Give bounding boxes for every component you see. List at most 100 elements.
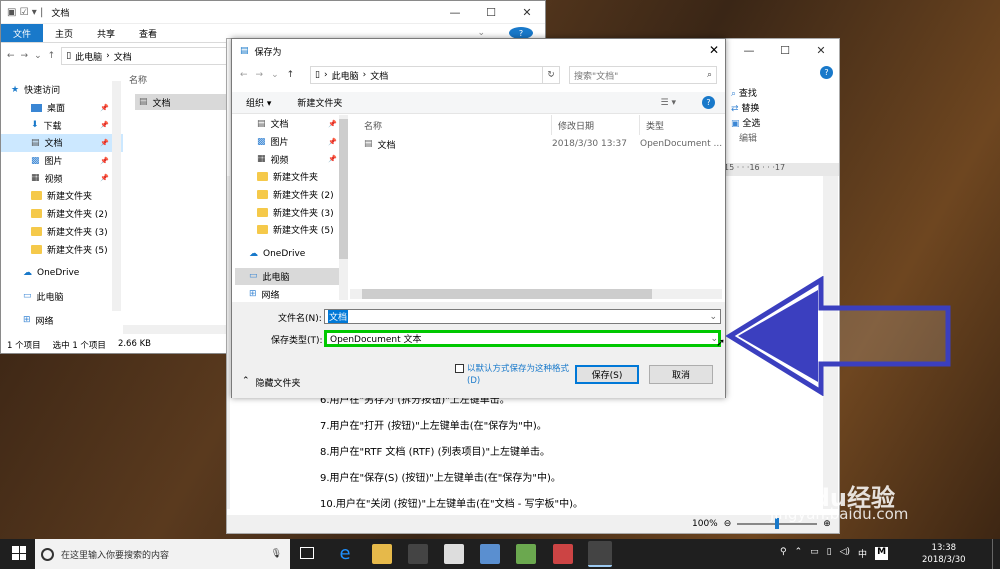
zoom-slider[interactable] [737,518,818,529]
dlg-nav-new-folder[interactable]: 新建文件夹 [235,168,339,186]
column-header-type[interactable]: 类型 [640,115,724,135]
recent-icon[interactable]: ⌄ [271,70,279,80]
app-icon[interactable] [516,544,536,564]
nav-new-folder-5[interactable]: 新建文件夹 (5) [1,240,123,258]
dlg-nav-pictures[interactable]: ▩ 图片 📌 [235,133,339,151]
up-icon[interactable]: ↑ [48,51,56,61]
volume-icon[interactable]: ◁) [840,547,850,560]
nav-onedrive[interactable]: ☁ OneDrive [1,264,123,282]
dlg-nav-documents[interactable]: ▤ 文档 📌 [235,115,339,133]
new-folder-button[interactable]: 新建文件夹 [297,96,342,109]
save-button[interactable]: 保存(S) [575,365,639,384]
crumb-documents[interactable]: 文档 [370,69,388,82]
mail-icon[interactable] [444,544,464,564]
replace-button[interactable]: ⇄ 替换 [731,102,760,117]
paint-icon[interactable] [553,544,573,564]
clock[interactable]: 13:38 2018/3/30 [922,542,966,566]
start-icon[interactable] [12,546,26,560]
dlg-nav-new-folder-3[interactable]: 新建文件夹 (3) [235,203,339,221]
maximize-icon[interactable]: ☐ [473,1,509,23]
dlg-nav-new-folder-5[interactable]: 新建文件夹 (5) [235,221,339,239]
find-button[interactable]: ⌕ 查找 [731,87,760,102]
file-item-selected[interactable]: ▤ 文档 [135,94,230,110]
hide-folders-toggle[interactable]: ⌃ 隐藏文件夹 [242,376,301,389]
chevron-up-icon[interactable]: ⌃ [795,547,803,560]
filename-input[interactable]: 文档 ⌄ [324,309,721,324]
crumb-documents[interactable]: 文档 [114,50,132,63]
network-icon[interactable]: ▭ [810,547,819,560]
nav-downloads[interactable]: ⬇ 下载 📌 [1,116,123,134]
refresh-button[interactable]: ↻ [542,66,560,84]
minimize-icon[interactable]: — [731,39,767,61]
nav-quick-access[interactable]: ★ 快速访问 [1,81,123,99]
dialog-search-box[interactable]: 搜索"文档" ⌕ [569,66,717,84]
column-header-name[interactable]: 名称 [358,115,552,135]
battery-icon[interactable]: ▯ [827,547,832,560]
dialog-nav-scrollbar[interactable] [339,115,348,300]
dlg-nav-onedrive[interactable]: ☁ OneDrive [235,245,339,263]
back-icon[interactable]: ← [240,70,248,80]
nav-new-folder[interactable]: 新建文件夹 [1,187,123,205]
up-icon[interactable]: ↑ [287,70,295,80]
file-list-hscrollbar[interactable] [350,289,722,299]
nav-new-folder-3[interactable]: 新建文件夹 (3) [1,223,123,241]
column-header-name[interactable]: 名称 [129,73,147,86]
tab-file[interactable]: 文件 [1,24,44,42]
people-icon[interactable]: ⚲ [780,547,787,560]
nav-network[interactable]: ⊞ 网络 [1,311,123,329]
explorer-quick-icons[interactable]: ▣ ☑ ▾ | [7,7,43,18]
file-explorer-icon[interactable] [372,544,392,564]
tab-view[interactable]: 查看 [127,24,169,42]
tab-share[interactable]: 共享 [85,24,127,42]
maximize-icon[interactable]: ☐ [767,39,803,61]
taskbar-search-box[interactable]: 在这里输入你要搜索的内容 🎙 [35,539,290,569]
dialog-address-bar[interactable]: ▯ › 此电脑 › 文档 ⌄ [310,66,560,84]
help-icon[interactable]: ? [702,96,715,109]
nav-pictures[interactable]: ▩ 图片 📌 [1,152,123,170]
nav-documents[interactable]: ▤ 文档 📌 [1,134,123,152]
close-icon[interactable]: ✕ [709,43,719,57]
microphone-icon[interactable]: 🎙 [271,549,282,559]
zoom-out-icon[interactable]: ⊖ [724,519,732,529]
nav-this-pc[interactable]: ▭ 此电脑 [1,288,123,306]
column-header-modified[interactable]: 修改日期 [552,115,640,135]
input-language[interactable]: 中 [858,547,867,560]
recent-icon[interactable]: ⌄ [34,51,42,61]
tab-home[interactable]: 主页 [43,24,85,42]
back-icon[interactable]: ← [7,51,15,61]
task-view-icon[interactable] [300,547,314,559]
view-options-icon[interactable]: ☰ ▾ [661,98,676,108]
organize-button[interactable]: 组织 ▾ [246,96,271,109]
store-icon[interactable] [408,544,428,564]
chevron-down-icon[interactable]: ⌄ [709,312,717,322]
cancel-button[interactable]: 取消 [649,365,713,384]
dlg-nav-videos[interactable]: ▦ 视频 📌 [235,150,339,168]
show-desktop-button[interactable] [992,539,996,569]
help-icon[interactable]: ? [820,66,833,79]
nav-desktop[interactable]: 桌面 📌 [1,99,123,117]
file-row[interactable]: ▤ 文档 2018/3/30 13:37 OpenDocument ... [358,136,724,152]
edge-icon[interactable]: e [335,544,355,564]
dlg-nav-new-folder-2[interactable]: 新建文件夹 (2) [235,186,339,204]
minimize-icon[interactable]: — [437,1,473,23]
close-icon[interactable]: ✕ [509,1,545,23]
ime-indicator[interactable]: M [875,547,889,560]
dlg-nav-network[interactable]: ⊞ 网络 [235,289,339,299]
nav-scrollbar[interactable] [112,81,121,311]
close-icon[interactable]: ✕ [803,39,839,61]
horizontal-scrollbar[interactable] [123,325,229,334]
document-icon: ▤ [31,137,40,148]
default-format-checkbox[interactable]: 以默认方式保存为这种格式(D) [455,363,575,387]
wordpad-taskbar-icon[interactable] [588,541,612,567]
crumb-this-pc[interactable]: 此电脑 [332,69,359,82]
crumb-this-pc[interactable]: 此电脑 [75,50,102,63]
nav-new-folder-2[interactable]: 新建文件夹 (2) [1,205,123,223]
network-app-icon[interactable] [480,544,500,564]
select-all-button[interactable]: ▣ 全选 [731,117,760,132]
filetype-select[interactable]: OpenDocument 文本 ⌄ [324,330,721,347]
forward-icon[interactable]: → [21,51,29,61]
nav-videos[interactable]: ▦ 视频 📌 [1,169,123,187]
dlg-nav-this-pc[interactable]: ▭ 此电脑 [235,267,339,286]
forward-icon[interactable]: → [256,70,264,80]
explorer-window-controls: — ☐ ✕ [437,1,545,23]
